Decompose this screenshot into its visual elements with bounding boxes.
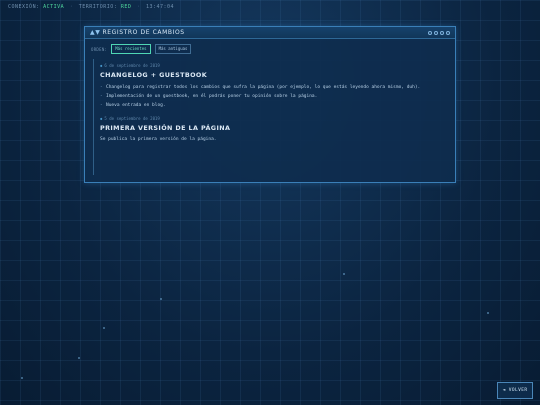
- entry-body: Se publica la primera versión de la pági…: [100, 137, 217, 142]
- changelog-window: ▲▼ REGISTRO DE CAMBIOS ORDEN: Más recient…: [84, 26, 456, 183]
- connection-label: CONEXIÓN:: [8, 4, 40, 10]
- star-decoration: [21, 377, 23, 379]
- connection-status: ACTIVA: [43, 4, 65, 10]
- list-item: Implementación de un guestbook, en él po…: [100, 92, 455, 101]
- territory-value: RED: [120, 4, 132, 10]
- star-decoration: [103, 327, 105, 329]
- window-dot-icon[interactable]: [440, 30, 444, 35]
- back-button[interactable]: ◄ VOLVER: [497, 382, 533, 399]
- star-decoration: [487, 312, 489, 314]
- window-dot-icon[interactable]: [428, 30, 432, 35]
- status-bar: CONEXIÓN: ACTIVA · TERRITORIO: RED · 13:…: [8, 4, 175, 10]
- window-title-text: REGISTRO DE CAMBIOS: [102, 29, 185, 36]
- entry-title: PRIMERA VERSIÓN DE LA PÁGINA: [100, 124, 231, 132]
- changelog-entry: ◆ 5 de septiembre de 2019 PRIMERA VERSIÓN…: [100, 116, 455, 144]
- clock-time: 13:47:04: [145, 4, 175, 10]
- window-controls: [428, 30, 450, 35]
- window-dot-icon[interactable]: [434, 30, 438, 35]
- list-item: Changelog para registrar todos los cambi…: [100, 83, 455, 92]
- order-label: ORDEN:: [91, 46, 108, 52]
- sort-arrows-icon: ▲▼: [90, 29, 101, 36]
- window-dot-icon[interactable]: [446, 30, 450, 35]
- star-decoration: [78, 357, 80, 359]
- star-decoration: [343, 273, 345, 275]
- changelog-entry: ◆ 6 de septiembre de 2019 CHANGELOG + GUE…: [100, 63, 455, 110]
- changelog-content[interactable]: ◆ 6 de septiembre de 2019 CHANGELOG + GUE…: [93, 59, 455, 175]
- sort-oldest-button[interactable]: Más antiguas: [154, 44, 192, 54]
- list-item: Nueva entrada en blog.: [100, 101, 455, 110]
- diamond-icon: ◆: [100, 63, 103, 68]
- sort-newest-button[interactable]: Más recientes: [111, 44, 151, 54]
- entry-title: CHANGELOG + GUESTBOOK: [100, 71, 208, 79]
- star-decoration: [160, 298, 162, 300]
- sort-toolbar: ORDEN: Más recientes Más antiguas: [85, 39, 455, 55]
- territory-label: TERRITORIO:: [78, 4, 118, 10]
- entry-date: ◆ 5 de septiembre de 2019: [100, 116, 160, 121]
- window-titlebar[interactable]: ▲▼ REGISTRO DE CAMBIOS: [85, 27, 455, 39]
- entry-change-list: Changelog para registrar todos los cambi…: [100, 83, 455, 110]
- diamond-icon: ◆: [100, 116, 103, 121]
- entry-date: ◆ 6 de septiembre de 2019: [100, 63, 160, 68]
- window-title: ▲▼ REGISTRO DE CAMBIOS: [90, 29, 185, 36]
